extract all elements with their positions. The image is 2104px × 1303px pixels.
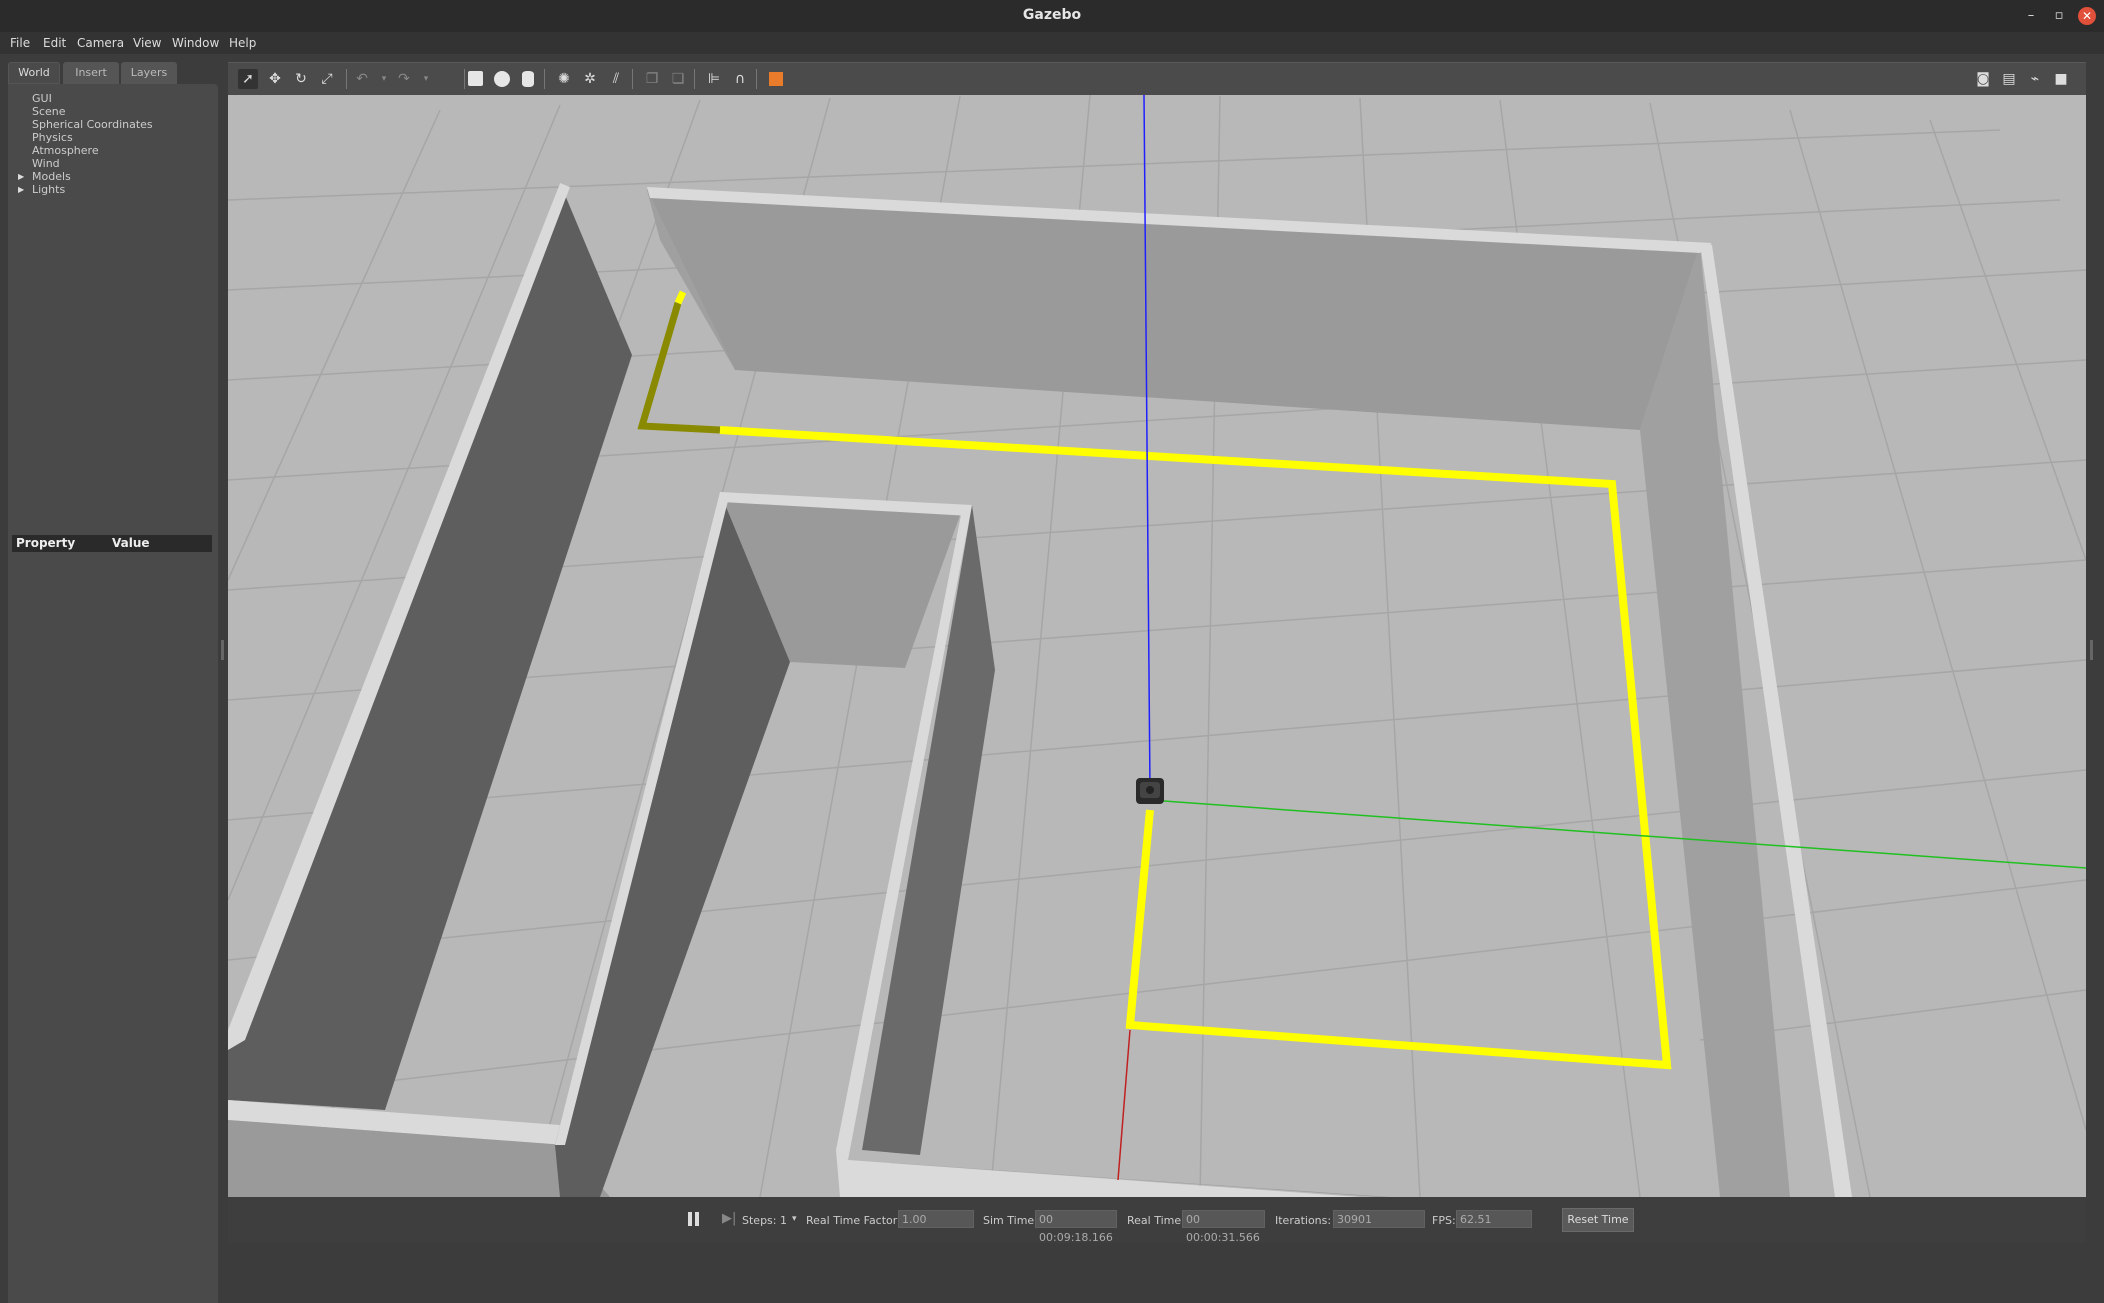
value-column-label: Value (112, 536, 150, 550)
pause-icon[interactable] (688, 1212, 692, 1226)
window-title: Gazebo (1022, 7, 1082, 23)
real-time-field: 00 00:00:31.566 (1182, 1210, 1265, 1244)
rotate-icon[interactable]: ↻ (291, 69, 311, 89)
property-column-label: Property (16, 536, 76, 550)
scale-icon[interactable]: ⤢ (317, 69, 337, 89)
expand-arrow-icon[interactable]: ▶ (18, 172, 24, 181)
panel-tabs: World Insert Layers (8, 62, 218, 84)
fps-field: 62.51 (1456, 1210, 1532, 1228)
steps-dropdown-icon[interactable]: ▾ (792, 1214, 797, 1224)
tree-item-models[interactable]: Models (32, 170, 71, 183)
step-icon[interactable]: ▶| (722, 1211, 736, 1226)
real-time-factor-label: Real Time Factor: (806, 1214, 901, 1227)
real-time-factor-field: 1.00 (898, 1210, 974, 1228)
menu-camera[interactable]: Camera (77, 36, 124, 50)
redo-dropdown-icon[interactable]: ▾ (416, 69, 436, 89)
world-tree: GUI Scene Spherical Coordinates Physics … (8, 84, 218, 532)
tree-item-physics[interactable]: Physics (32, 131, 73, 144)
iterations-field: 30901 (1333, 1210, 1425, 1228)
tab-insert[interactable]: Insert (63, 62, 119, 84)
record-icon[interactable]: ■ (2051, 69, 2071, 89)
menu-window[interactable]: Window (172, 36, 219, 50)
pause-icon[interactable] (695, 1212, 699, 1226)
scene-render (228, 95, 2086, 1197)
tab-layers[interactable]: Layers (121, 62, 177, 84)
redo-icon[interactable]: ↷ (394, 69, 414, 89)
tree-item-spherical-coordinates[interactable]: Spherical Coordinates (32, 118, 153, 131)
iterations-label: Iterations: (1275, 1214, 1332, 1227)
snap-icon[interactable]: ∩ (730, 69, 750, 89)
menu-help[interactable]: Help (229, 36, 256, 50)
tree-item-atmosphere[interactable]: Atmosphere (32, 144, 99, 157)
steps-label: Steps: (742, 1214, 777, 1227)
view-angle-icon[interactable] (766, 69, 786, 89)
spot-light-icon[interactable]: ✲ (580, 69, 600, 89)
maximize-button[interactable]: ▫ (2050, 7, 2068, 25)
paste-icon[interactable]: ❏ (668, 69, 688, 89)
steps-value[interactable]: 1 (780, 1214, 787, 1227)
directional-light-icon[interactable]: ⫽ (606, 69, 626, 89)
tree-item-lights[interactable]: Lights (32, 183, 65, 196)
menu-bar: File Edit Camera View Window Help (0, 32, 2104, 54)
menu-edit[interactable]: Edit (43, 36, 66, 50)
left-panel: World Insert Layers GUI Scene Spherical … (8, 62, 218, 1303)
tree-item-gui[interactable]: GUI (32, 92, 52, 105)
undo-dropdown-icon[interactable]: ▾ (374, 69, 394, 89)
real-time-label: Real Time: (1127, 1214, 1185, 1227)
tree-item-wind[interactable]: Wind (32, 157, 60, 170)
title-bar: Gazebo – ▫ ✕ (0, 0, 2104, 32)
toolbar: ➚ ✥ ↻ ⤢ ↶ ▾ ↷ ▾ ✺ ✲ ⫽ ❐ ❏ ⊫ ∩ ◙ ▤ ⌁ ■ (228, 62, 2086, 95)
menu-view[interactable]: View (133, 36, 161, 50)
tree-item-scene[interactable]: Scene (32, 105, 66, 118)
box-icon[interactable] (466, 69, 486, 89)
log-icon[interactable]: ▤ (1999, 69, 2019, 89)
sphere-icon[interactable] (492, 69, 512, 89)
screenshot-icon[interactable]: ◙ (1973, 69, 1993, 89)
robot-model[interactable] (1136, 778, 1164, 804)
tab-world[interactable]: World (8, 62, 60, 84)
menu-file[interactable]: File (10, 36, 30, 50)
sim-time-label: Sim Time: (983, 1214, 1038, 1227)
panel-splitter[interactable] (221, 640, 224, 660)
align-icon[interactable]: ⊫ (704, 69, 724, 89)
property-header: Property Value (12, 535, 212, 552)
right-splitter[interactable] (2090, 640, 2093, 660)
expand-arrow-icon[interactable]: ▶ (18, 185, 24, 194)
minimize-button[interactable]: – (2022, 7, 2040, 25)
fps-label: FPS: (1432, 1214, 1456, 1227)
plot-icon[interactable]: ⌁ (2025, 69, 2045, 89)
undo-icon[interactable]: ↶ (352, 69, 372, 89)
select-arrow-icon[interactable]: ➚ (238, 69, 258, 89)
close-button[interactable]: ✕ (2078, 7, 2096, 25)
reset-time-button[interactable]: Reset Time (1562, 1208, 1634, 1232)
render-viewport[interactable] (228, 95, 2086, 1197)
sim-time-field: 00 00:09:18.166 (1035, 1210, 1117, 1244)
copy-icon[interactable]: ❐ (642, 69, 662, 89)
cylinder-icon[interactable] (518, 69, 538, 89)
point-light-icon[interactable]: ✺ (554, 69, 574, 89)
translate-icon[interactable]: ✥ (265, 69, 285, 89)
property-panel (8, 532, 218, 1303)
time-panel: ▶| Steps: 1 ▾ Real Time Factor: 1.00 Sim… (228, 1197, 2086, 1244)
